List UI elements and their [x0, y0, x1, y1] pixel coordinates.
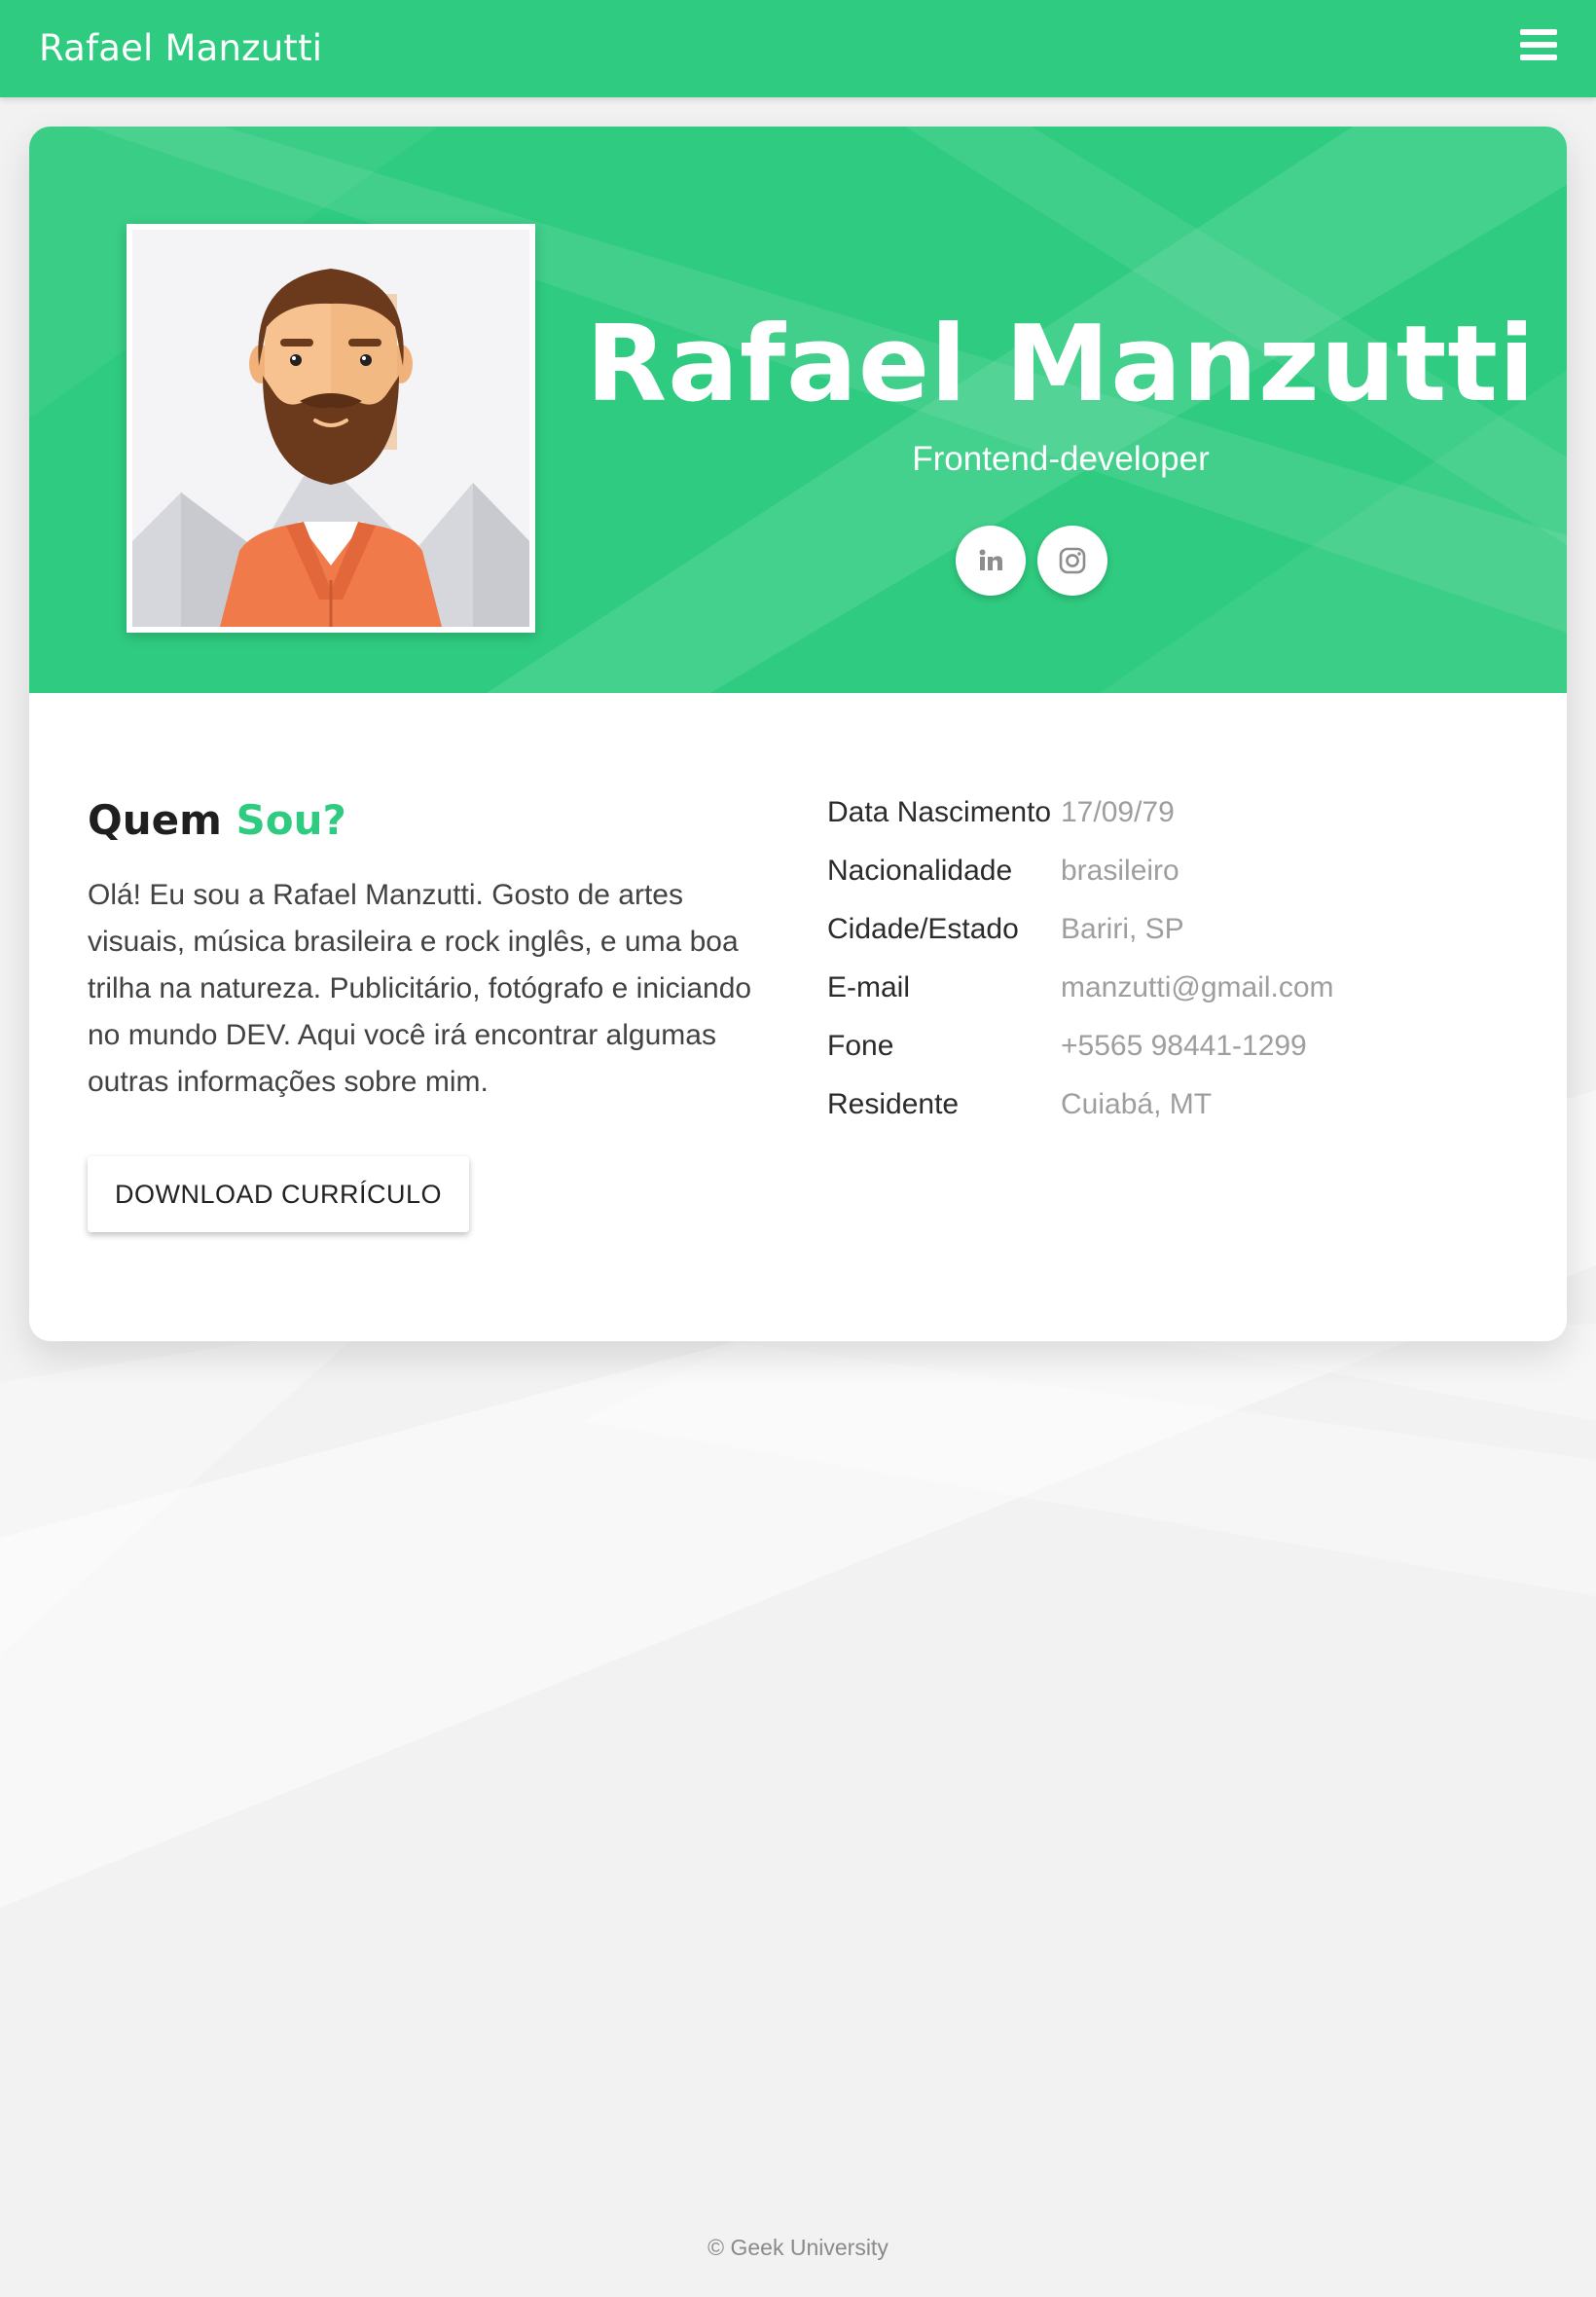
bearded-man-avatar — [132, 230, 529, 627]
hamburger-menu-icon[interactable] — [1520, 29, 1559, 64]
instagram-button[interactable] — [1037, 526, 1107, 596]
info-value: 17/09/79 — [1061, 796, 1175, 828]
info-value: Bariri, SP — [1061, 913, 1184, 945]
info-label: Cidade/Estado — [827, 913, 1019, 945]
linkedin-button[interactable] — [956, 526, 1026, 596]
about-text: Olá! Eu sou a Rafael Manzutti. Gosto de … — [88, 879, 752, 1098]
footer-copyright: © Geek University — [707, 2235, 889, 2260]
profile-card: Rafael Manzutti Frontend-developer Quem … — [29, 127, 1567, 1341]
about-title: Quem Sou? — [88, 796, 346, 844]
info-value: Cuiabá, MT — [1061, 1088, 1213, 1120]
info-value: +5565 98441-1299 — [1061, 1030, 1307, 1062]
info-value[interactable]: manzutti@gmail.com — [1061, 971, 1334, 1004]
profile-hero: Rafael Manzutti Frontend-developer — [29, 127, 1567, 693]
top-navbar: Rafael Manzutti — [0, 0, 1596, 97]
avatar — [127, 224, 535, 633]
info-label: E-mail — [827, 971, 911, 1003]
profile-name: Rafael Manzutti — [585, 304, 1537, 425]
profile-role: Frontend-developer — [912, 440, 1210, 478]
download-resume-button[interactable]: DOWNLOAD CURRÍCULO — [88, 1156, 469, 1232]
info-label: Data Nascimento — [827, 796, 1052, 828]
info-label: Residente — [827, 1088, 960, 1120]
linkedin-icon — [979, 549, 1002, 570]
navbar-brand[interactable]: Rafael Manzutti — [39, 27, 322, 69]
info-value: brasileiro — [1061, 855, 1179, 887]
info-label: Nacionalidade — [827, 855, 1013, 887]
about-title-prefix: Quem — [88, 796, 222, 844]
about-title-accent: Sou? — [236, 796, 346, 844]
instagram-icon — [1059, 547, 1086, 574]
info-label: Fone — [827, 1030, 894, 1062]
